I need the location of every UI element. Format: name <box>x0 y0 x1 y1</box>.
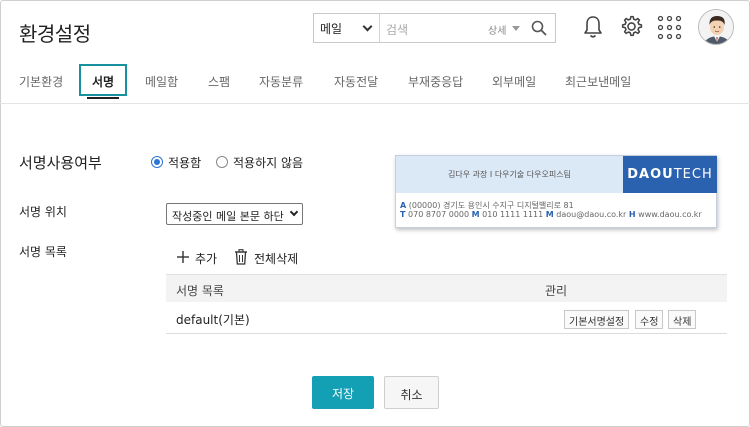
tab-external-mail[interactable]: 외부메일 <box>492 73 536 90</box>
column-header-manage: 관리 <box>545 284 568 298</box>
signature-position-select[interactable]: 작성중인 메일 본문 하단 <box>166 203 303 225</box>
apps-grid-icon[interactable] <box>657 15 682 40</box>
phone-text: 070 8707 0000 <box>408 210 470 219</box>
logo-text-bold: DAOU <box>627 167 674 182</box>
mail-key: M <box>545 210 554 219</box>
mobile-text: 010 1111 1111 <box>482 210 544 219</box>
set-default-signature-button[interactable]: 기본서명설정 <box>564 310 630 329</box>
search-icon[interactable] <box>530 19 548 37</box>
tab-absence-reply[interactable]: 부재중응답 <box>408 73 463 90</box>
search-scope-label: 메일 <box>320 22 343 36</box>
search-input[interactable]: 검색 <box>386 21 408 38</box>
radio-apply[interactable] <box>151 156 163 168</box>
preview-contact-line: T 070 8707 0000 M 010 1111 1111 M daou@d… <box>400 210 702 219</box>
trash-icon[interactable] <box>234 249 248 265</box>
tab-signature[interactable]: 서명 <box>79 64 127 99</box>
chevron-down-icon <box>362 21 373 32</box>
tab-auto-sort[interactable]: 자동분류 <box>259 73 303 90</box>
tab-basic[interactable]: 기본환경 <box>19 73 63 90</box>
radio-not-apply-label[interactable]: 적용하지 않음 <box>233 154 303 171</box>
tab-auto-forward[interactable]: 자동전달 <box>334 73 378 90</box>
signature-preview: 김다우 과장 I 다우기술 다우오피스팀 DAOUTECH A (00000) … <box>395 155 717 228</box>
address-key: A <box>400 201 407 210</box>
cancel-button[interactable]: 취소 <box>384 376 439 409</box>
search-box[interactable]: 메일 검색 상세 <box>313 13 556 43</box>
edit-signature-button[interactable]: 수정 <box>635 310 664 329</box>
tab-recent-sent[interactable]: 최근보낸메일 <box>565 73 631 90</box>
delete-signature-button[interactable]: 삭제 <box>668 310 697 329</box>
plus-icon[interactable] <box>177 251 189 263</box>
search-scope-select[interactable]: 메일 <box>314 14 380 42</box>
radio-apply-label[interactable]: 적용함 <box>168 154 201 171</box>
radio-not-apply[interactable] <box>216 156 228 168</box>
save-button[interactable]: 저장 <box>312 376 374 409</box>
tab-spam[interactable]: 스팸 <box>208 73 230 90</box>
signature-use-label: 서명사용여부 <box>19 154 102 172</box>
add-signature-button[interactable]: 추가 <box>195 250 217 267</box>
mail-text: daou@daou.co.kr <box>556 210 627 219</box>
delete-all-button[interactable]: 전체삭제 <box>254 250 298 267</box>
signature-position-value: 작성중인 메일 본문 하단 <box>172 210 284 223</box>
signature-list-label: 서명 목록 <box>19 245 67 259</box>
signature-position-label: 서명 위치 <box>19 205 67 219</box>
home-text: www.daou.co.kr <box>638 210 702 219</box>
signature-name[interactable]: default(기본) <box>176 311 250 328</box>
user-avatar[interactable] <box>698 9 734 45</box>
page-title: 환경설정 <box>19 22 91 46</box>
logo-text: TECH <box>673 167 713 182</box>
address-text: (00000) 경기도 용인시 수지구 디지털밸리로 81 <box>408 201 574 210</box>
gear-icon[interactable] <box>619 14 644 39</box>
settings-tabs: 기본환경 서명 메일함 스팸 자동분류 자동전달 부재중응답 외부메일 최근보낸… <box>0 64 750 104</box>
signature-table-header: 서명 목록 관리 <box>166 274 727 302</box>
preview-logo: DAOUTECH <box>623 156 717 193</box>
bell-icon[interactable] <box>583 15 603 39</box>
preview-name-line: 김다우 과장 I 다우기술 다우오피스팀 <box>448 170 571 179</box>
tab-mailbox[interactable]: 메일함 <box>145 73 178 90</box>
phone-key: T <box>400 210 406 219</box>
mobile-key: M <box>471 210 480 219</box>
table-row: default(기본) 기본서명설정 수정 삭제 <box>166 302 727 334</box>
home-key: H <box>628 210 636 219</box>
column-header-name: 서명 목록 <box>176 284 224 298</box>
caret-down-icon <box>512 26 520 31</box>
search-detail-button[interactable]: 상세 <box>488 22 506 37</box>
chevron-down-icon <box>289 207 299 217</box>
preview-header: 김다우 과장 I 다우기술 다우오피스팀 <box>396 156 623 193</box>
